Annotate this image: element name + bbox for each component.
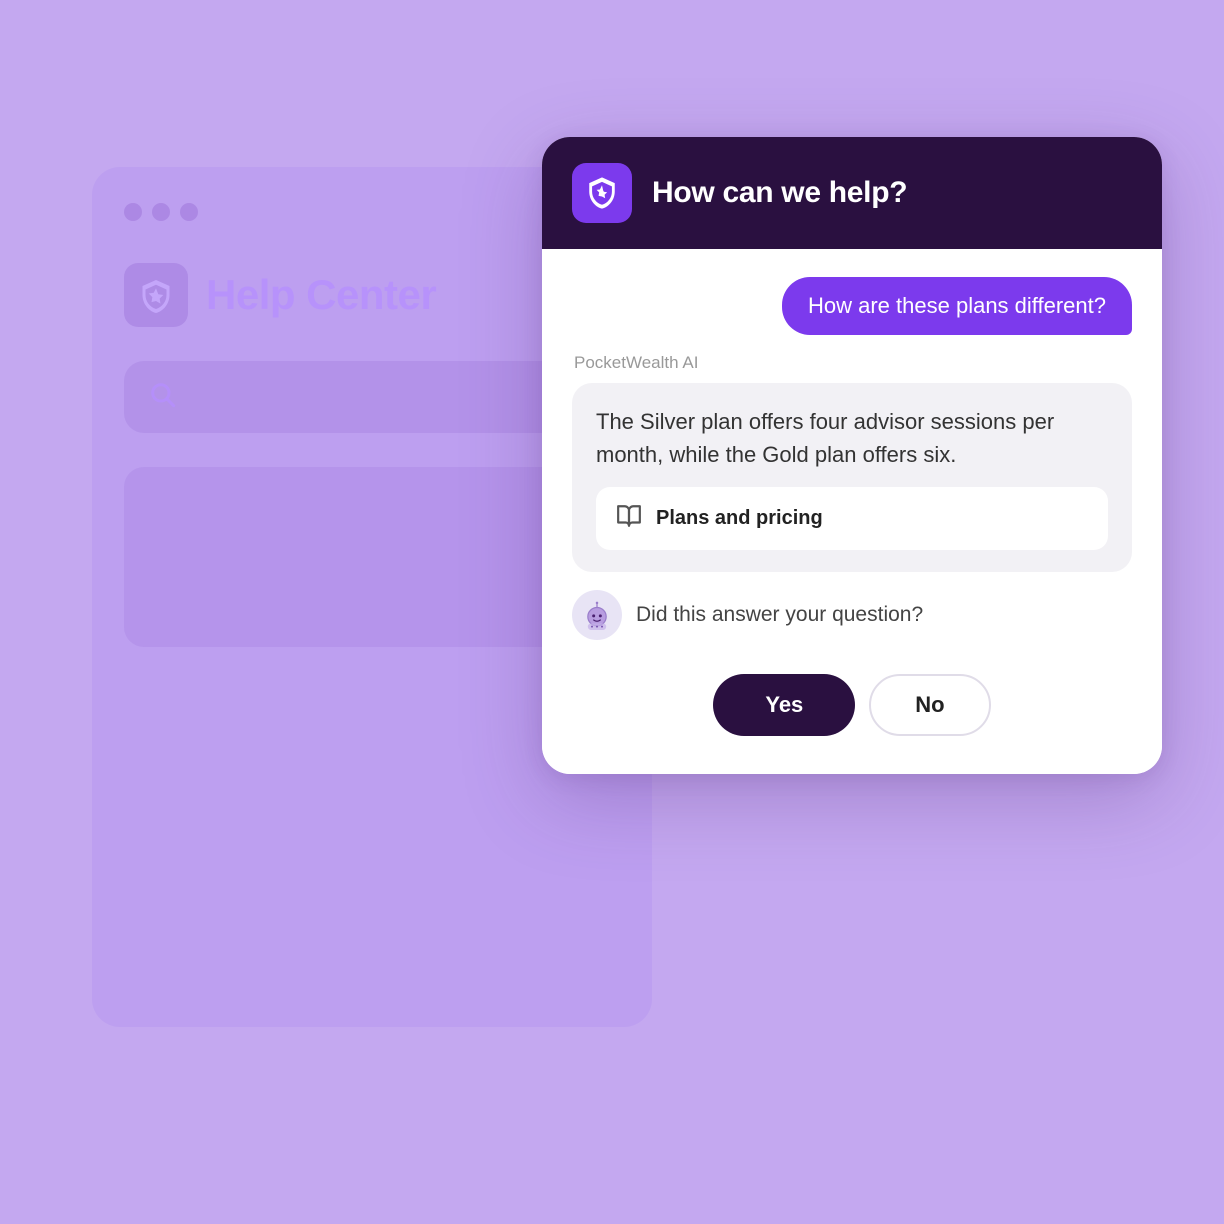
- chat-header-title: How can we help?: [652, 176, 907, 210]
- answer-buttons-row: Yes No: [572, 658, 1132, 744]
- book-open-icon: [616, 503, 642, 534]
- ai-message-card: The Silver plan offers four advisor sess…: [572, 383, 1132, 572]
- bg-search-icon: [148, 380, 176, 415]
- header-shield-icon: [572, 163, 632, 223]
- bot-question-text: Did this answer your question?: [636, 603, 923, 627]
- bg-help-center-label: Help Center: [206, 271, 436, 319]
- ai-response-section: PocketWealth AI The Silver plan offers f…: [572, 353, 1132, 572]
- yes-button[interactable]: Yes: [713, 674, 855, 736]
- chat-body: How are these plans different? PocketWea…: [542, 249, 1162, 774]
- dot-3: [180, 203, 198, 221]
- bot-question-row: Did this answer your question?: [572, 590, 1132, 640]
- plans-pricing-link[interactable]: Plans and pricing: [596, 487, 1108, 550]
- dot-1: [124, 203, 142, 221]
- chat-header: How can we help?: [542, 137, 1162, 249]
- plans-pricing-label: Plans and pricing: [656, 507, 823, 530]
- bot-avatar: [572, 590, 622, 640]
- bg-shield-icon: [124, 263, 188, 327]
- scene: Help Center How can we help?: [62, 87, 1162, 1137]
- chat-widget: How can we help? How are these plans dif…: [542, 137, 1162, 774]
- dot-2: [152, 203, 170, 221]
- no-button[interactable]: No: [869, 674, 990, 736]
- ai-sender-name: PocketWealth AI: [574, 353, 1132, 373]
- ai-message-text: The Silver plan offers four advisor sess…: [596, 405, 1108, 471]
- user-message-bubble: How are these plans different?: [782, 277, 1132, 335]
